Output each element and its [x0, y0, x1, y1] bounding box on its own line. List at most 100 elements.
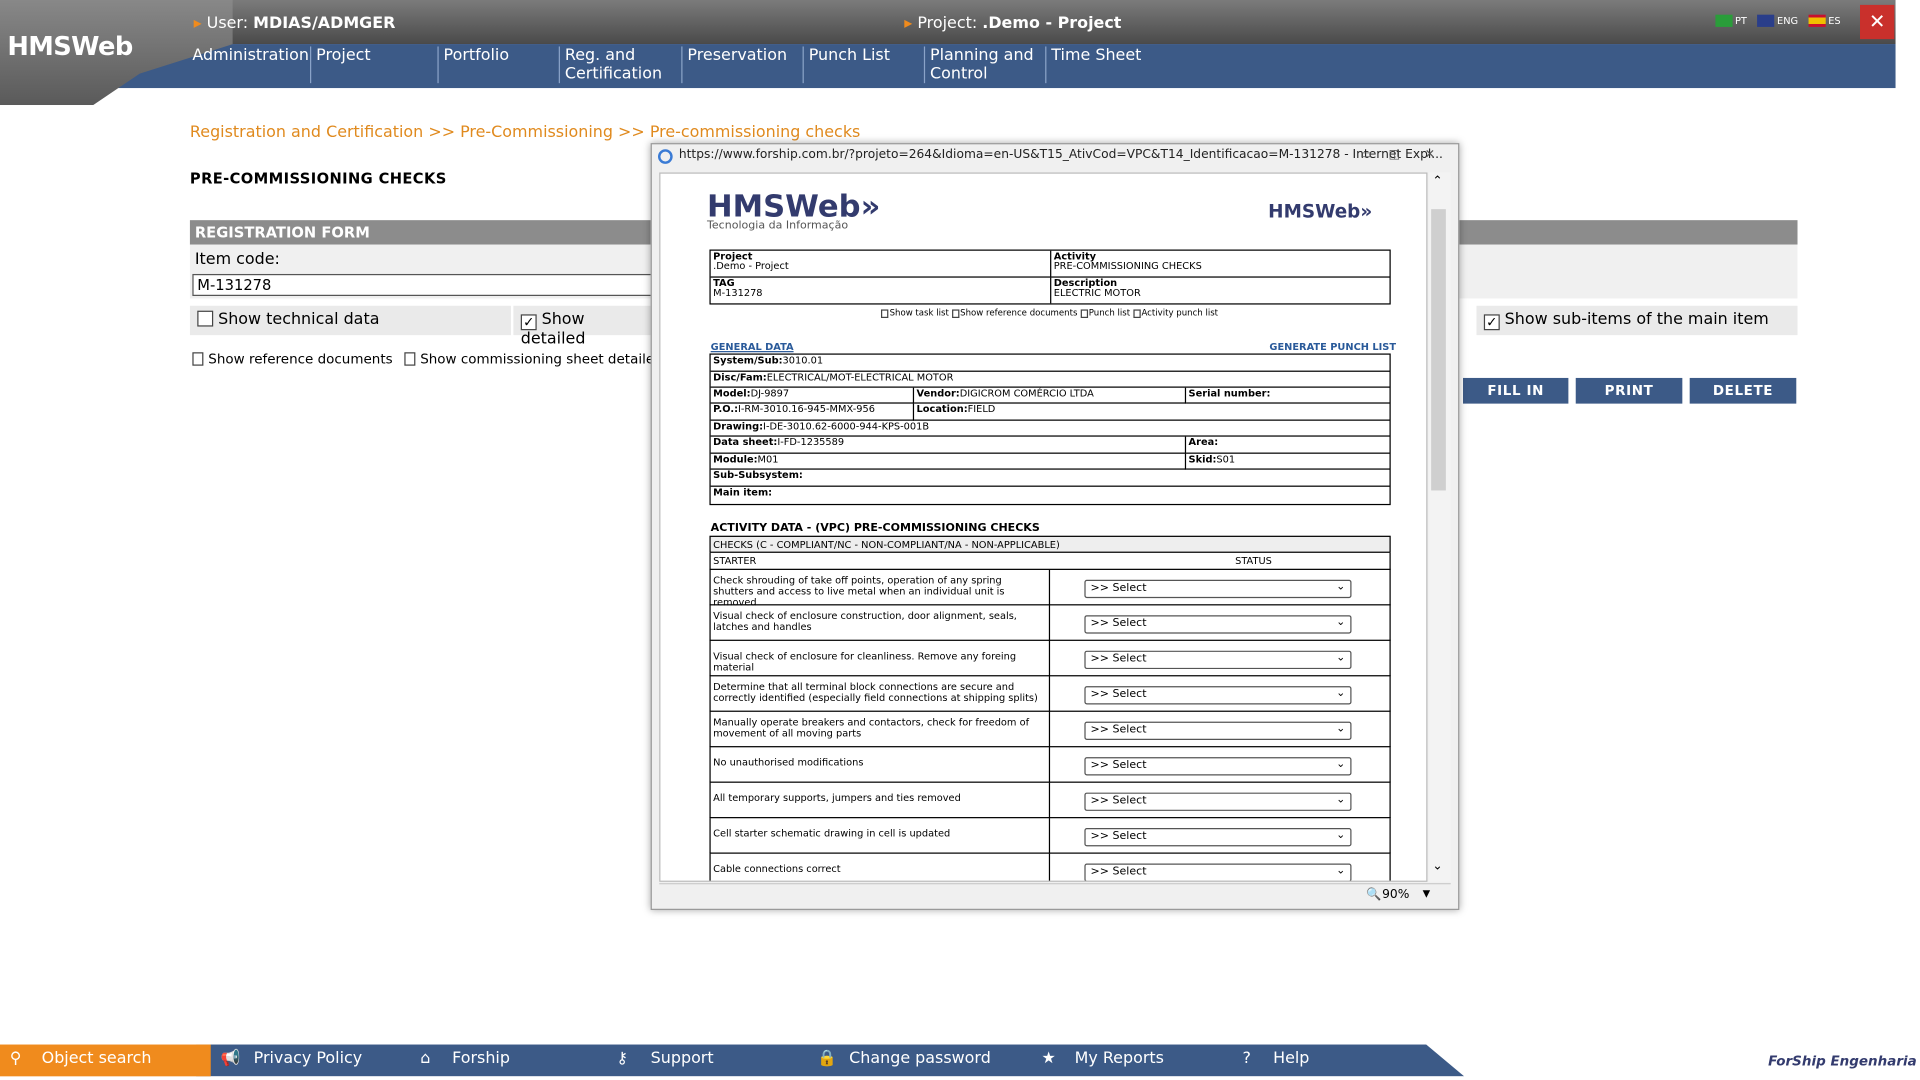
status-select[interactable]: >> Select ⌄ [1084, 650, 1352, 670]
status-select[interactable]: >> Select ⌄ [1084, 792, 1352, 811]
privacy-policy-link[interactable]: Privacy Policy [254, 1049, 363, 1067]
popup-content: HMSWeb» Tecnologia da Informação HMSWeb»… [659, 172, 1428, 882]
chevron-down-icon[interactable]: ⌄ [1336, 687, 1345, 699]
nav-time-sheet[interactable]: Time Sheet [1045, 46, 1168, 84]
select-label: >> Select [1090, 724, 1147, 737]
fill-in-button[interactable]: FILL IN [1463, 377, 1569, 404]
zoom-dropdown-icon[interactable]: ▼ [1423, 888, 1431, 899]
my-reports-link[interactable]: My Reports [1075, 1049, 1164, 1067]
arrow-icon: ▸ [193, 14, 202, 34]
status-select[interactable]: >> Select ⌄ [1084, 686, 1352, 705]
item-code-input[interactable]: M-131278 [192, 273, 658, 296]
checkbox-icon[interactable] [1132, 309, 1141, 319]
activity-data-title: ACTIVITY DATA - (VPC) PRE-COMMISSIONING … [710, 522, 1040, 535]
nav-project[interactable]: Project [310, 46, 437, 84]
select-label: >> Select [1090, 582, 1147, 595]
checkbox-icon[interactable] [951, 309, 959, 319]
search-icon[interactable]: ⚲ [10, 1049, 22, 1067]
breadcrumb[interactable]: Registration and Certification >> Pre-Co… [190, 124, 860, 142]
tag-value: M-131278 [713, 287, 763, 299]
check-row: Determine that all terminal block connec… [709, 676, 1391, 712]
object-search[interactable]: Object search [42, 1049, 152, 1067]
activity-punch-list-option[interactable]: Activity punch list [1141, 308, 1218, 318]
checkbox-technical-data[interactable] [197, 310, 214, 327]
chevron-down-icon[interactable]: ⌄ [1336, 616, 1345, 628]
popup-logo-small: HMSWeb» [1268, 200, 1373, 223]
popup-status-bar: 🔍 90% ▼ [659, 883, 1451, 905]
nav-administration[interactable]: Administration [187, 46, 310, 83]
help-link[interactable]: Help [1273, 1049, 1309, 1067]
forship-link[interactable]: Forship [452, 1049, 510, 1067]
user-value: MDIAS/ADMGER [253, 14, 396, 34]
chevron-down-icon[interactable]: ⌄ [1336, 758, 1345, 770]
minimize-icon[interactable]: ▭ [1353, 146, 1380, 166]
checkbox-icon[interactable] [1080, 309, 1088, 319]
forship-logo[interactable]: ForShip Engenharia [1768, 1053, 1917, 1069]
chevron-down-icon[interactable]: ⌄ [1336, 581, 1345, 593]
show-reference-docs[interactable]: Show reference documents [960, 308, 1077, 318]
status-select[interactable]: >> Select ⌄ [1084, 863, 1352, 881]
brazil-flag-icon[interactable] [1715, 14, 1733, 27]
nav-preservation[interactable]: Preservation [681, 46, 802, 84]
chevron-down-icon[interactable]: ⌄ [1336, 794, 1345, 806]
lang-es[interactable]: ES [1828, 15, 1840, 26]
select-label: >> Select [1090, 653, 1147, 666]
close-icon[interactable]: ✕ [1416, 146, 1443, 166]
punch-list-option[interactable]: Punch list [1089, 308, 1130, 318]
hmsweb-logo[interactable]: HMSWeb [7, 32, 133, 61]
project-value: .Demo - Project [982, 14, 1122, 34]
maximize-icon[interactable]: ◫ [1381, 146, 1408, 166]
chevron-down-icon[interactable]: ⌄ [1336, 865, 1345, 877]
scroll-thumb[interactable] [1431, 209, 1446, 491]
lang-pt[interactable]: PT [1735, 15, 1747, 26]
nav-portfolio[interactable]: Portfolio [437, 46, 558, 84]
select-label: >> Select [1090, 865, 1147, 879]
show-reference-documents-link[interactable]: Show reference documents [208, 351, 392, 367]
status-select[interactable]: >> Select ⌄ [1084, 721, 1352, 740]
change-password-link[interactable]: Change password [849, 1049, 991, 1067]
status-select[interactable]: >> Select ⌄ [1084, 757, 1352, 776]
show-technical-data-option[interactable]: Show technical data [189, 305, 511, 336]
support-link[interactable]: Support [651, 1049, 714, 1067]
show-detailed-option[interactable]: ✓ Show detailed [513, 305, 655, 349]
item-code-label: Item code: [194, 250, 280, 270]
show-technical-data-label: Show technical data [218, 310, 380, 330]
select-label: >> Select [1090, 795, 1147, 808]
scroll-up-icon[interactable]: ⌃ [1432, 175, 1442, 188]
checks-col-header: STARTER STATUS [709, 552, 1391, 570]
checkbox-sub-items[interactable]: ✓ [1483, 314, 1500, 331]
nav-punch-list[interactable]: Punch List [802, 46, 924, 84]
status-select[interactable]: >> Select ⌄ [1084, 615, 1352, 634]
generate-punch-list-link[interactable]: GENERATE PUNCH LIST [1269, 341, 1396, 352]
checkbox-detailed[interactable]: ✓ [520, 314, 537, 331]
nav-reg-certification[interactable]: Reg. and Certification [558, 46, 682, 84]
checks-header: CHECKS (C - COMPLIANT/NC - NON-COMPLIANT… [709, 535, 1391, 553]
popup-logo: HMSWeb» [706, 188, 881, 224]
status-select[interactable]: >> Select ⌄ [1084, 828, 1352, 847]
document-icon[interactable] [192, 352, 204, 366]
chevron-down-icon[interactable]: ⌄ [1336, 652, 1345, 664]
chevron-down-icon[interactable]: ⌄ [1336, 723, 1345, 735]
close-icon[interactable]: ✕ [1860, 4, 1895, 40]
show-task-list[interactable]: Show task list [890, 308, 949, 318]
chevron-down-icon[interactable]: ⌄ [1336, 829, 1345, 841]
print-button[interactable]: PRINT [1575, 377, 1683, 404]
scroll-down-icon[interactable]: ⌄ [1432, 860, 1442, 873]
checkbox-icon[interactable] [880, 309, 889, 319]
show-commissioning-sheet-link[interactable]: Show commissioning sheet detailed| [420, 351, 667, 367]
user-info: ▸ User: MDIAS/ADMGER [194, 15, 396, 33]
zoom-level[interactable]: 90% [1382, 888, 1409, 901]
delete-button[interactable]: DELETE [1689, 377, 1797, 404]
key-icon: ⚷ [616, 1049, 629, 1068]
status-select[interactable]: >> Select ⌄ [1084, 579, 1352, 599]
spain-flag-icon[interactable] [1808, 14, 1826, 27]
check-row: Cable connections correct >> Select ⌄ [709, 853, 1391, 881]
lang-eng[interactable]: ENG [1777, 15, 1798, 26]
uk-flag-icon[interactable] [1757, 14, 1775, 27]
popup-scrollbar[interactable]: ⌃ ⌄ [1428, 172, 1451, 882]
show-sub-items-option[interactable]: ✓ Show sub-items of the main item [1476, 305, 1798, 336]
document-icon[interactable] [404, 352, 416, 366]
general-data-link[interactable]: GENERAL DATA [711, 341, 794, 352]
nav-planning-control[interactable]: Planning and Control [923, 46, 1045, 84]
zoom-icon[interactable]: 🔍 [1366, 888, 1381, 901]
